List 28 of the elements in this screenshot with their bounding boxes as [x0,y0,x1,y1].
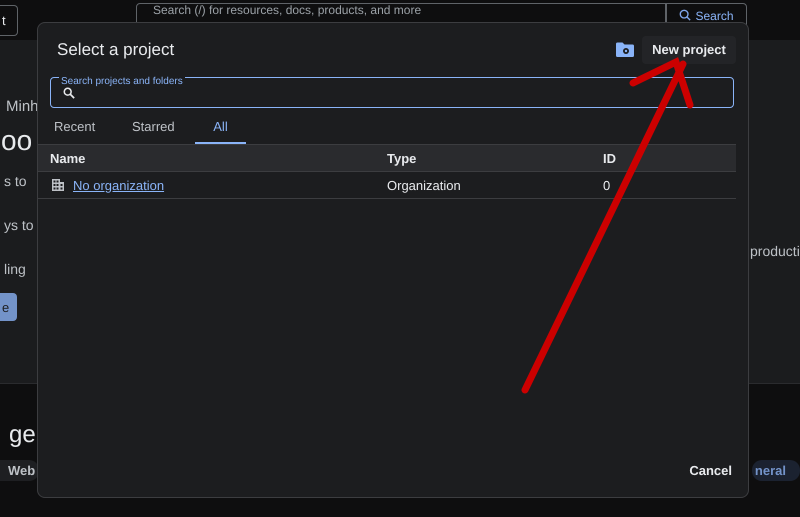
organization-link[interactable]: No organization [73,178,164,192]
section-heading: ge [9,421,37,450]
body-text: s to [4,172,28,191]
field-label: Search projects and folders [59,77,185,87]
filter-chip[interactable]: neral [752,460,800,481]
cancel-button[interactable]: Cancel [685,457,736,483]
filter-chip[interactable]: Web [0,460,40,481]
column-header: Type [387,150,418,166]
search-field[interactable]: Search projects and folders [50,77,734,108]
tab[interactable]: Starred [116,111,195,144]
table-cell-text: Organization [387,178,462,192]
column-header: ID [603,150,617,166]
building-icon [52,179,64,191]
table-cell-text: 0 [603,178,612,192]
dialog-title: Select a project [57,40,174,60]
folder-gear-icon[interactable] [616,42,634,57]
header-button[interactable]: t [0,4,18,36]
body-text: Minh [6,97,39,117]
search-icon [679,8,692,20]
primary-button[interactable]: e [0,293,17,321]
new-project-button[interactable]: New project [642,36,736,64]
page-heading: oo [1,124,34,158]
body-text: producti [750,243,800,259]
body-text: ling [4,260,27,279]
column-header: Name [50,150,86,166]
body-text: ys to [4,216,35,235]
search-icon [63,86,75,98]
tab[interactable]: Recent [38,111,116,144]
